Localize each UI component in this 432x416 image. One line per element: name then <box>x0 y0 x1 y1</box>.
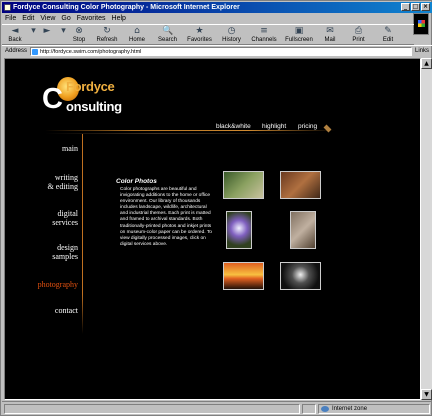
zone-label: Internet zone <box>332 406 368 412</box>
toolbar-label: Print <box>352 37 365 43</box>
maximize-button[interactable]: □ <box>411 3 420 11</box>
toolbar-search-button[interactable]: 🔍 Search <box>152 25 183 45</box>
address-url: http://fordyce.swim.com/photography.html <box>40 49 142 55</box>
logo-line-1[interactable]: Fordyce <box>66 79 115 94</box>
toolbar-label: Edit <box>382 37 394 43</box>
thumbnail-lily[interactable] <box>280 262 321 290</box>
history-icon: ◷ <box>227 26 236 36</box>
section-title: Color Photos <box>116 178 157 185</box>
toolbar-label: Favorites <box>187 37 212 43</box>
toolbar-label: Fullscreen <box>285 37 313 43</box>
stop-icon: ⊗ <box>75 26 83 36</box>
toolbar-favorites-button[interactable]: ★ Favorites <box>183 25 216 45</box>
thumbnail-stone-carving[interactable] <box>290 211 316 249</box>
menu-favorites[interactable]: Favorites <box>74 13 109 24</box>
status-bar: Internet zone <box>2 401 432 415</box>
logo-line-2: onsulting <box>66 99 122 114</box>
toolbar-label: Mail <box>324 37 336 43</box>
toolbar-back-dropdown-button[interactable]: ▾ <box>28 25 36 45</box>
menu-edit[interactable]: Edit <box>19 13 37 24</box>
toolbar-refresh-button[interactable]: ↻ Refresh <box>92 25 122 45</box>
address-bar: Address http://fordyce.swim.com/photogra… <box>2 45 432 57</box>
thumbnail-landscape[interactable] <box>223 171 264 199</box>
toolbar: ◄ Back ▾ ► ▾ ⊗ Stop ↻ Refresh ⌂ Home 🔍 Search ★ Favori… <box>2 24 414 45</box>
toolbar-back-arrow-button[interactable]: ◄ Back <box>2 25 28 45</box>
status-zone: Internet zone <box>318 404 430 414</box>
thumbnail-flower[interactable] <box>226 211 252 249</box>
address-input[interactable]: http://fordyce.swim.com/photography.html <box>30 47 412 56</box>
header-rule-shadow <box>45 133 320 134</box>
thumbnail-industrial[interactable] <box>280 171 321 199</box>
page-icon <box>32 49 38 55</box>
globe-icon <box>321 406 329 412</box>
status-progress <box>302 404 316 414</box>
sidenav-contact[interactable]: contact <box>55 306 78 315</box>
header-rule <box>45 130 335 131</box>
toolbar-channels-button[interactable]: ≡ Channels <box>247 25 281 45</box>
logo-line-1-text: ordyce <box>73 79 115 94</box>
forward-arrow-icon: ► <box>43 26 51 36</box>
minimize-button[interactable]: _ <box>401 3 410 11</box>
home-icon: ⌂ <box>134 26 140 36</box>
close-button[interactable]: × <box>421 3 430 11</box>
ie-page-icon <box>4 4 11 11</box>
links-button[interactable]: Links <box>415 46 429 57</box>
windows-logo-icon <box>413 13 429 35</box>
sidenav-digital-services[interactable]: digital services <box>52 209 78 227</box>
sidenav-main[interactable]: main <box>62 144 78 153</box>
toolbar-label: Stop <box>72 37 86 43</box>
status-message <box>4 404 300 414</box>
menu-view[interactable]: View <box>37 13 58 24</box>
menu-bar: File Edit View Go Favorites Help <box>2 13 432 24</box>
toolbar-label: Channels <box>251 37 277 43</box>
topnav-pricing[interactable]: pricing <box>298 123 317 130</box>
mail-icon: ✉ <box>326 26 334 36</box>
toolbar-label: History <box>222 37 241 43</box>
toolbar-home-button[interactable]: ⌂ Home <box>122 25 152 45</box>
sidenav-writing-editing[interactable]: writing & editing <box>48 173 78 191</box>
vertical-scrollbar[interactable]: ▲ ▼ <box>421 58 432 400</box>
channels-icon: ≡ <box>260 26 268 36</box>
menu-file[interactable]: File <box>2 13 19 24</box>
sidenav-design-samples[interactable]: design samples <box>52 243 78 261</box>
address-label: Address <box>5 48 28 54</box>
search-icon: 🔍 <box>162 26 174 36</box>
sidebar-rule <box>82 134 83 334</box>
toolbar-label: Refresh <box>96 37 118 43</box>
logo-initial-c: C <box>42 83 63 115</box>
toolbar-print-button[interactable]: ⎙ Print <box>343 25 374 45</box>
edit-icon: ✎ <box>384 26 392 36</box>
scroll-up-icon[interactable]: ▲ <box>421 58 432 69</box>
toolbar-forward-arrow-button[interactable]: ► <box>36 25 58 45</box>
toolbar-label: Search <box>157 37 177 43</box>
window-title: Fordyce Consulting Color Photography - M… <box>13 4 240 11</box>
body-text: Color photographs are beautiful and invi… <box>120 187 212 247</box>
back-arrow-icon: ◄ <box>11 26 19 36</box>
print-icon: ⎙ <box>354 26 363 36</box>
topnav-highlight[interactable]: highlight <box>262 123 286 130</box>
topnav-black-white[interactable]: black&white <box>216 123 251 130</box>
browser-window: Fordyce Consulting Color Photography - M… <box>0 0 432 416</box>
favorites-icon: ★ <box>195 26 204 36</box>
toolbar-fullscreen-button[interactable]: ▣ Fullscreen <box>281 25 317 45</box>
toolbar-forward-dropdown-button[interactable]: ▾ <box>58 25 66 45</box>
toolbar-label: Home <box>128 37 145 43</box>
sidenav-photography[interactable]: photography <box>38 280 78 289</box>
thumbnail-sunset[interactable] <box>223 262 264 290</box>
toolbar-label: Back <box>8 37 22 43</box>
toolbar-history-button[interactable]: ◷ History <box>216 25 247 45</box>
toolbar-mail-button[interactable]: ✉ Mail <box>317 25 343 45</box>
menu-help[interactable]: Help <box>109 13 129 24</box>
scroll-down-icon[interactable]: ▼ <box>421 389 432 400</box>
page-content: C Fordyce onsulting black&white highligh… <box>4 58 421 400</box>
menu-go[interactable]: Go <box>58 13 73 24</box>
diamond-icon <box>323 124 332 133</box>
refresh-icon: ↻ <box>103 26 111 36</box>
fullscreen-icon: ▣ <box>294 26 304 36</box>
toolbar-stop-button[interactable]: ⊗ Stop <box>66 25 92 45</box>
toolbar-edit-button[interactable]: ✎ Edit <box>374 25 402 45</box>
title-bar: Fordyce Consulting Color Photography - M… <box>2 2 432 13</box>
logo-initial-f: F <box>66 79 74 94</box>
